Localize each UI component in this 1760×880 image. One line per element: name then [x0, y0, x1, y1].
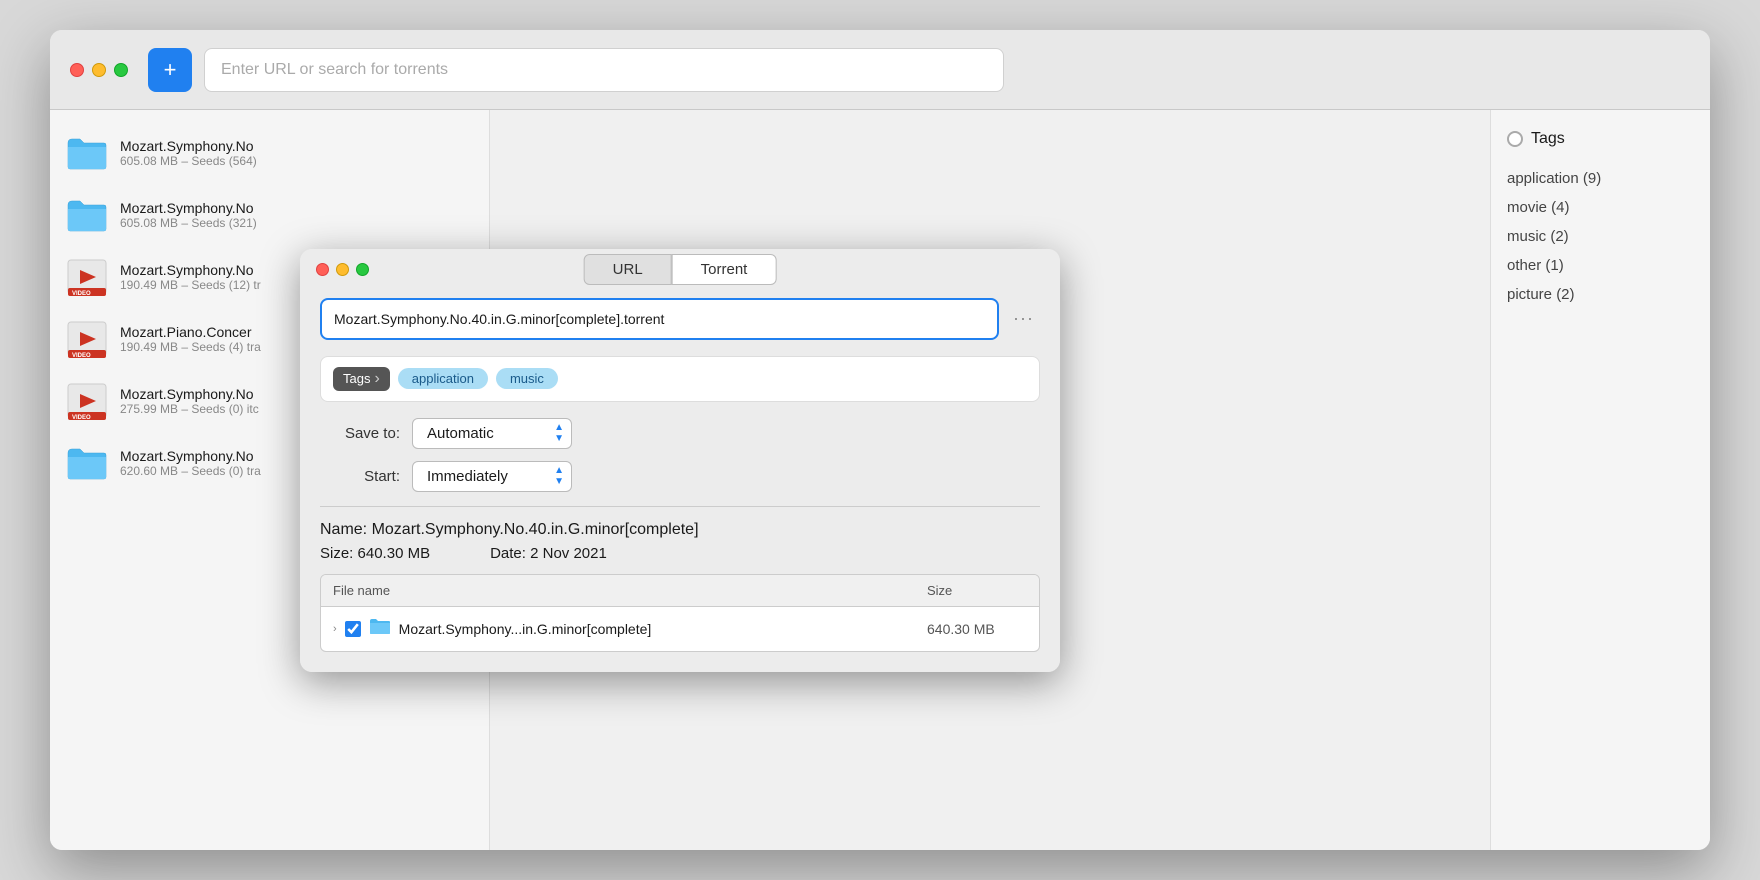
add-torrent-button[interactable]: +	[148, 48, 192, 92]
svg-text:VIDEO: VIDEO	[72, 415, 91, 421]
torrent-info: Mozart.Symphony.No 605.08 MB – Seeds (32…	[120, 200, 473, 230]
folder-icon	[66, 442, 108, 484]
tags-chevron: ›	[374, 370, 379, 388]
dialog-close-button[interactable]	[316, 263, 329, 276]
tag-application[interactable]: application (9)	[1507, 164, 1694, 193]
save-to-label: Save to:	[320, 425, 400, 442]
col-size: Size	[927, 583, 1027, 598]
traffic-lights	[70, 63, 128, 77]
list-item[interactable]: Mozart.Symphony.No 605.08 MB – Seeds (56…	[50, 122, 489, 184]
tags-row[interactable]: Tags › application music	[320, 356, 1040, 402]
tag-music[interactable]: music (2)	[1507, 222, 1694, 251]
folder-icon-svg	[66, 135, 108, 171]
tab-url[interactable]: URL	[584, 254, 672, 285]
torrent-meta: 605.08 MB – Seeds (564)	[120, 154, 473, 168]
tags-header: Tags	[1507, 130, 1694, 148]
size-info: Size: 640.30 MB	[320, 545, 430, 562]
tags-radio[interactable]	[1507, 131, 1523, 147]
col-filename: File name	[333, 583, 927, 598]
video-icon: VIDEO	[66, 380, 108, 422]
maximize-button[interactable]	[114, 63, 128, 77]
dialog-titlebar: URL Torrent	[300, 249, 1060, 286]
more-options-button[interactable]: ···	[1007, 304, 1040, 333]
start-row: Start: Immediately ▲ ▼	[320, 461, 1040, 492]
right-panel: Tags application (9) movie (4) music (2)…	[1490, 110, 1710, 850]
close-button[interactable]	[70, 63, 84, 77]
svg-text:VIDEO: VIDEO	[72, 291, 91, 297]
torrent-name: Mozart.Symphony.No	[120, 200, 473, 216]
search-placeholder: Enter URL or search for torrents	[221, 61, 448, 79]
app-window: + Enter URL or search for torrents Mozar…	[50, 30, 1710, 850]
file-checkbox[interactable]	[345, 621, 361, 637]
torrent-name: Mozart.Symphony.No	[120, 138, 473, 154]
date-info: Date: 2 Nov 2021	[490, 545, 607, 562]
tags-badge: Tags ›	[333, 367, 390, 391]
torrent-info: Mozart.Symphony.No 605.08 MB – Seeds (56…	[120, 138, 473, 168]
table-row: › Mozart.Symphony...in.G.minor[complete]…	[321, 607, 1039, 651]
start-select-wrapper: Immediately ▲ ▼	[412, 461, 572, 492]
dialog-minimize-button[interactable]	[336, 263, 349, 276]
torrent-info-section: Name: Mozart.Symphony.No.40.in.G.minor[c…	[320, 521, 1040, 562]
video-icon: VIDEO	[66, 256, 108, 298]
start-label: Start:	[320, 468, 400, 485]
list-item[interactable]: Mozart.Symphony.No 605.08 MB – Seeds (32…	[50, 184, 489, 246]
url-input[interactable]	[320, 298, 999, 340]
folder-icon	[66, 194, 108, 236]
tag-movie[interactable]: movie (4)	[1507, 193, 1694, 222]
torrent-meta: 605.08 MB – Seeds (321)	[120, 216, 473, 230]
title-bar: + Enter URL or search for torrents	[50, 30, 1710, 110]
video-icon: VIDEO	[66, 318, 108, 360]
file-size: 640.30 MB	[927, 621, 1027, 637]
dialog-traffic-lights	[316, 263, 369, 276]
svg-text:VIDEO: VIDEO	[72, 353, 91, 359]
folder-icon	[66, 132, 108, 174]
tags-title: Tags	[1531, 130, 1565, 148]
save-to-select-wrapper: Automatic ▲ ▼	[412, 418, 572, 449]
tab-group: URL Torrent	[584, 254, 777, 285]
search-bar: Enter URL or search for torrents	[204, 48, 1004, 92]
start-select[interactable]: Immediately	[412, 461, 572, 492]
tab-torrent[interactable]: Torrent	[672, 254, 777, 285]
dialog-body: ··· Tags › application music Save to:	[300, 286, 1060, 672]
dialog-divider	[320, 506, 1040, 507]
minimize-button[interactable]	[92, 63, 106, 77]
url-input-row: ···	[320, 298, 1040, 340]
file-folder-icon	[369, 617, 391, 641]
row-expand-chevron[interactable]: ›	[333, 623, 337, 635]
info-meta-row: Size: 640.30 MB Date: 2 Nov 2021	[320, 545, 1040, 562]
tag-pill-application[interactable]: application	[398, 368, 488, 389]
add-torrent-dialog: URL Torrent ··· Tags › application	[300, 249, 1060, 672]
dialog-maximize-button[interactable]	[356, 263, 369, 276]
info-name: Name: Mozart.Symphony.No.40.in.G.minor[c…	[320, 521, 1040, 539]
tag-pill-music[interactable]: music	[496, 368, 558, 389]
file-name: Mozart.Symphony...in.G.minor[complete]	[399, 621, 919, 637]
save-to-row: Save to: Automatic ▲ ▼	[320, 418, 1040, 449]
file-table: File name Size › Mozart.Symphony...in.G	[320, 574, 1040, 652]
tag-other[interactable]: other (1)	[1507, 251, 1694, 280]
save-to-select[interactable]: Automatic	[412, 418, 572, 449]
tag-picture[interactable]: picture (2)	[1507, 280, 1694, 309]
file-table-header: File name Size	[321, 575, 1039, 607]
